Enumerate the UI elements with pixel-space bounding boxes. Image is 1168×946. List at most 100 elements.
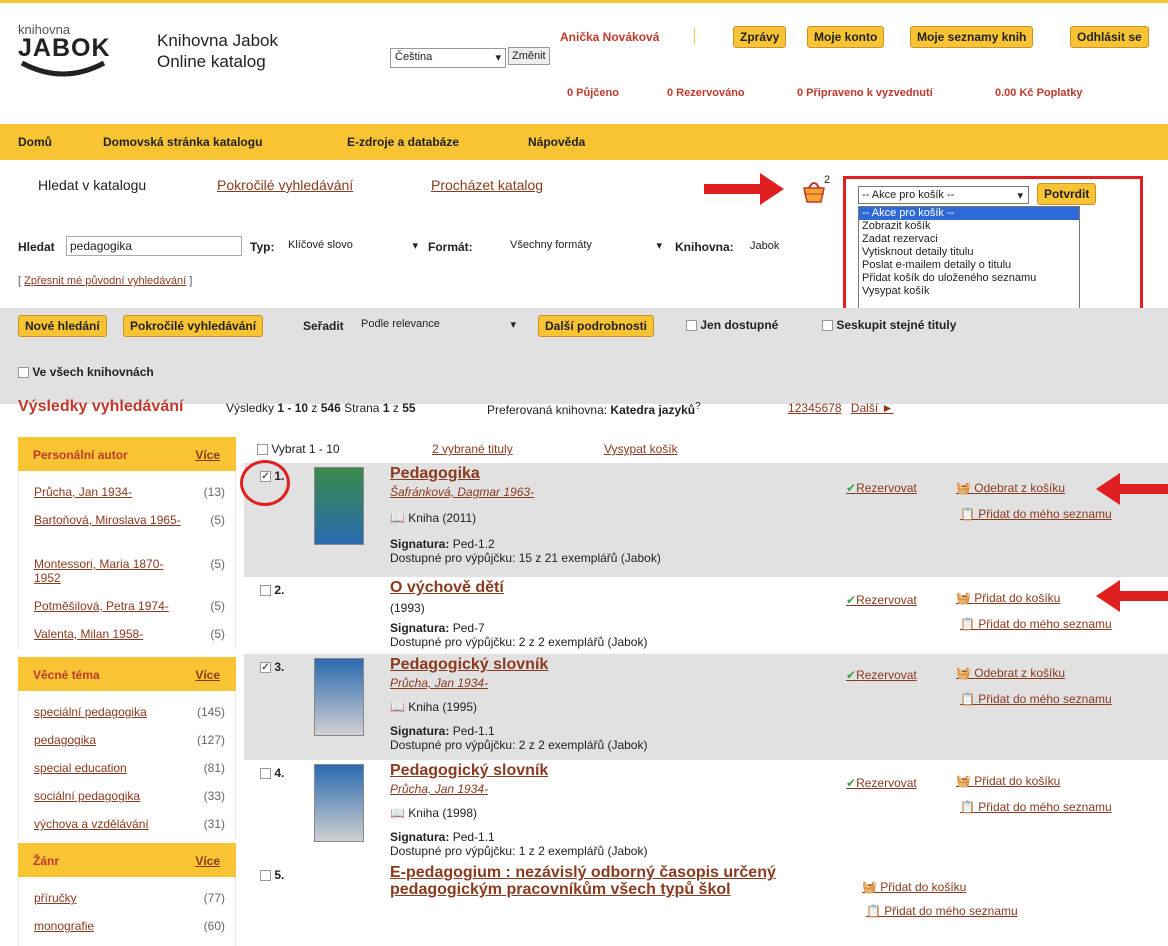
checkbox[interactable] bbox=[686, 320, 697, 332]
preferred-help[interactable]: ? bbox=[695, 401, 701, 412]
add-to-list-link[interactable]: 📋 Přidat do mého seznamu bbox=[960, 507, 1112, 521]
advanced-search-button[interactable]: Pokročilé vyhledávání bbox=[123, 315, 264, 337]
language-select[interactable]: Čeština ▾ bbox=[390, 48, 506, 68]
tab-advanced[interactable]: Pokročilé vyhledávání bbox=[217, 177, 353, 193]
checkbox[interactable] bbox=[18, 367, 29, 379]
annotation-arrow-left bbox=[1096, 580, 1168, 612]
add-to-cart-link[interactable]: 🧺 Přidat do košíku bbox=[956, 591, 1060, 605]
facet-more-link[interactable]: Více bbox=[195, 854, 220, 868]
stat-reserved[interactable]: 0 Rezervováno bbox=[667, 87, 745, 99]
empty-cart-link[interactable]: Vysypat košík bbox=[604, 442, 678, 456]
messages-button[interactable]: Zprávy bbox=[733, 26, 787, 48]
page-link[interactable]: 4 bbox=[808, 401, 815, 415]
refine-search-link[interactable]: [ Zpřesnit mé původní vyhledávání ] bbox=[18, 275, 192, 287]
cart-option[interactable]: -- Akce pro košík -- bbox=[859, 207, 1079, 220]
reserve-link[interactable]: ✔Rezervovat bbox=[846, 668, 917, 682]
tab-search[interactable]: Hledat v katalogu bbox=[38, 177, 146, 193]
more-details-button[interactable]: Další podrobnosti bbox=[538, 315, 654, 337]
facet-item-name[interactable]: Potměšilová, Petra 1974- bbox=[34, 599, 184, 613]
reserve-link[interactable]: ✔Rezervovat bbox=[846, 776, 917, 790]
library-select[interactable]: Jabok bbox=[750, 240, 779, 252]
add-to-list-link[interactable]: 📋 Přidat do mého seznamu bbox=[960, 692, 1112, 706]
stat-borrowed[interactable]: 0 Půjčeno bbox=[567, 87, 619, 99]
facet-item-name[interactable]: příručky bbox=[34, 891, 184, 905]
add-to-cart-link[interactable]: 🧺 Přidat do košíku bbox=[862, 880, 966, 894]
facet-item-name[interactable]: Bartoňová, Miroslava 1965- bbox=[34, 513, 184, 527]
add-to-list-link[interactable]: 📋 Přidat do mého seznamu bbox=[960, 800, 1112, 814]
my-lists-button[interactable]: Moje seznamy knih bbox=[910, 26, 1034, 48]
facet-more-link[interactable]: Více bbox=[195, 668, 220, 682]
checkbox[interactable] bbox=[822, 320, 833, 332]
cart-option[interactable]: Zadat rezervaci bbox=[859, 233, 1079, 246]
logout-button[interactable]: Odhlásit se bbox=[1070, 26, 1149, 48]
result-title[interactable]: O výchově dětí bbox=[390, 579, 504, 596]
cart-confirm-button[interactable]: Potvrdit bbox=[1037, 183, 1097, 205]
add-to-cart-link[interactable]: 🧺 Přidat do košíku bbox=[956, 774, 1060, 788]
cart-option[interactable]: Vysypat košík bbox=[859, 285, 1079, 298]
new-search-button[interactable]: Nové hledání bbox=[18, 315, 107, 337]
cart-icon[interactable]: 2 bbox=[800, 174, 830, 207]
result-signature: Signatura: Ped-1.1 bbox=[390, 830, 495, 844]
facet-item-name[interactable]: Průcha, Jan 1934- bbox=[34, 485, 184, 499]
facet-item-name[interactable]: monografie bbox=[34, 919, 184, 933]
result-checkbox[interactable]: ✓ bbox=[260, 662, 271, 674]
add-to-list-link[interactable]: 📋 Přidat do mého seznamu bbox=[960, 617, 1112, 631]
facet-item-name[interactable]: sociální pedagogika bbox=[34, 789, 184, 803]
group-same-toggle[interactable]: Seskupit stejné tituly bbox=[822, 318, 956, 332]
result-title[interactable]: Pedagogický slovník bbox=[390, 656, 548, 673]
nav-help[interactable]: Nápověda bbox=[528, 135, 585, 149]
page-link[interactable]: 8 bbox=[835, 401, 842, 415]
only-available-toggle[interactable]: Jen dostupné bbox=[686, 318, 778, 332]
page-link[interactable]: 1 bbox=[788, 401, 795, 415]
nav-home[interactable]: Domů bbox=[18, 135, 52, 149]
all-libraries-toggle[interactable]: Ve všech knihovnách bbox=[18, 365, 154, 379]
reserve-link[interactable]: ✔Rezervovat bbox=[846, 481, 917, 495]
result-title[interactable]: Pedagogický slovník bbox=[390, 762, 548, 779]
cart-option[interactable]: Vytisknout detaily titulu bbox=[859, 246, 1079, 259]
next-page-link[interactable]: Další ► bbox=[851, 401, 894, 415]
facet-item-name[interactable]: výchova a vzdělávání bbox=[34, 817, 184, 831]
remove-from-cart-link[interactable]: 🧺 Odebrat z košíku bbox=[956, 481, 1065, 495]
facet-item-name[interactable]: Valenta, Milan 1958- bbox=[34, 627, 184, 641]
cart-option[interactable]: Poslat e-mailem detaily o titulu bbox=[859, 259, 1079, 272]
result-author[interactable]: Průcha, Jan 1934- bbox=[390, 676, 488, 690]
facet-more-link[interactable]: Více bbox=[195, 448, 220, 462]
reserve-link[interactable]: ✔Rezervovat bbox=[846, 593, 917, 607]
stat-fees[interactable]: 0.00 Kč Poplatky bbox=[995, 87, 1082, 99]
page-link[interactable]: 7 bbox=[828, 401, 835, 415]
sort-select[interactable]: Podle relevance ▾ bbox=[358, 316, 522, 334]
cart-option[interactable]: Zobrazit košík bbox=[859, 220, 1079, 233]
format-select[interactable]: Všechny formáty ▾ bbox=[508, 237, 664, 255]
result-title[interactable]: Pedagogika bbox=[390, 465, 480, 482]
my-account-button[interactable]: Moje konto bbox=[807, 26, 885, 48]
result-author[interactable]: Šafránková, Dagmar 1963- bbox=[390, 485, 534, 499]
result-checkbox[interactable] bbox=[260, 768, 271, 780]
select-all-toggle[interactable]: Vybrat 1 - 10 bbox=[257, 442, 340, 456]
library-logo[interactable]: knihovna JABOK bbox=[18, 22, 118, 94]
tab-browse[interactable]: Procházet katalog bbox=[431, 177, 543, 193]
nav-catalog-home[interactable]: Domovská stránka katalogu bbox=[103, 135, 262, 149]
checkbox[interactable] bbox=[257, 444, 268, 456]
facet-item-name[interactable]: speciální pedagogika bbox=[34, 705, 184, 719]
book-cover[interactable] bbox=[314, 658, 364, 736]
facet-item-name[interactable]: Montessori, Maria 1870-1952 bbox=[34, 557, 184, 585]
facet-item-name[interactable]: pedagogika bbox=[34, 733, 184, 747]
user-name[interactable]: Anička Nováková bbox=[560, 30, 659, 44]
stat-ready[interactable]: 0 Připraveno k vyzvednutí bbox=[797, 87, 933, 99]
cart-action-select[interactable]: -- Akce pro košík -- ▾ bbox=[858, 186, 1029, 204]
search-input[interactable]: pedagogika bbox=[66, 236, 242, 256]
result-author[interactable]: Průcha, Jan 1934- bbox=[390, 782, 488, 796]
facet-item-name[interactable]: special education bbox=[34, 761, 184, 775]
nav-eresources[interactable]: E-zdroje a databáze bbox=[347, 135, 459, 149]
selected-titles-link[interactable]: 2 vybrané tituly bbox=[432, 442, 513, 456]
book-cover[interactable] bbox=[314, 764, 364, 842]
result-checkbox[interactable] bbox=[260, 870, 271, 882]
result-title[interactable]: E-pedagogium : nezávislý odborný časopis… bbox=[390, 864, 810, 898]
remove-from-cart-link[interactable]: 🧺 Odebrat z košíku bbox=[956, 666, 1065, 680]
language-change-button[interactable]: Změnit bbox=[508, 47, 550, 65]
book-cover[interactable] bbox=[314, 467, 364, 545]
cart-option[interactable]: Přidat košík do uloženého seznamu bbox=[859, 272, 1079, 285]
type-select[interactable]: Klíčové slovo ▾ bbox=[286, 237, 420, 255]
add-to-list-link[interactable]: 📋 Přidat do mého seznamu bbox=[866, 904, 1018, 918]
result-checkbox[interactable] bbox=[260, 585, 271, 597]
